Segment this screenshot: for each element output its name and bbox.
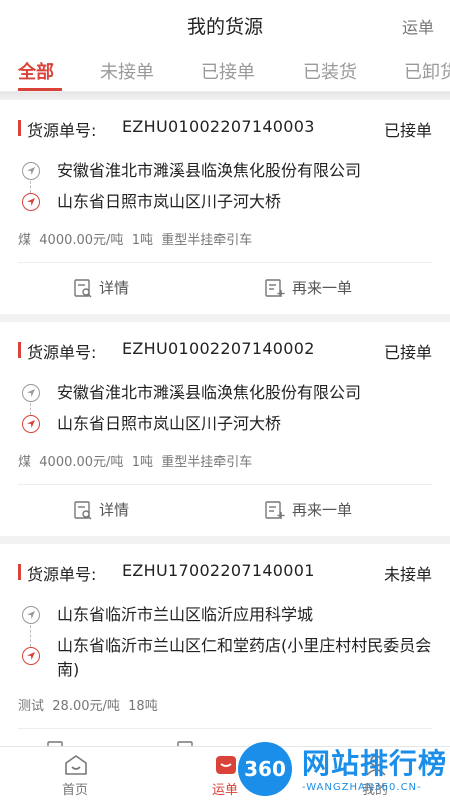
tabbar-waybill[interactable]: 运单 bbox=[180, 747, 270, 800]
order-number: EZHU17002207140001 bbox=[122, 561, 315, 580]
destination-pin-icon bbox=[22, 415, 40, 433]
route-line bbox=[30, 181, 31, 193]
unit-price: 28.00元/吨 bbox=[52, 699, 120, 714]
user-icon bbox=[366, 755, 386, 776]
cargo-card[interactable]: 货源单号: EZHU17002207140001 未接单 山东省临沂市兰山区临沂… bbox=[0, 544, 450, 746]
cargo-meta: 测试 28.00元/吨 18吨 bbox=[18, 695, 158, 714]
tabbar-mine-label: 我的 bbox=[361, 783, 388, 798]
tab-loaded[interactable]: 已装货 bbox=[303, 58, 357, 84]
cargo-meta: 煤 4000.00元/吨 1吨 重型半挂牵引车 bbox=[18, 229, 252, 248]
route-line bbox=[30, 403, 31, 415]
reorder-icon bbox=[265, 500, 285, 519]
cargo-card[interactable]: 货源单号: EZHU01002207140002 已接单 安徽省淮北市濉溪县临涣… bbox=[0, 322, 450, 536]
accent-bar bbox=[18, 120, 21, 136]
tab-accepted[interactable]: 已接单 bbox=[201, 58, 255, 84]
waybill-icon bbox=[216, 756, 236, 774]
origin-pin-icon bbox=[22, 162, 40, 180]
tab-unloaded[interactable]: 已卸货 bbox=[404, 58, 450, 84]
order-number-label: 货源单号: bbox=[27, 565, 97, 584]
detail-icon bbox=[74, 278, 92, 297]
weight: 18吨 bbox=[128, 699, 158, 714]
goods-type: 煤 bbox=[18, 455, 32, 470]
active-tab-indicator bbox=[18, 88, 62, 91]
destination-pin-icon bbox=[22, 193, 40, 211]
reorder-button[interactable]: 再来一单 bbox=[264, 499, 352, 520]
app-header: 我的货源 运单 bbox=[0, 0, 450, 48]
divider bbox=[18, 484, 432, 485]
destination-address: 山东省临沂市兰山区仁和堂药店(小里庄村村民委员会南) bbox=[57, 636, 432, 679]
tabbar-home[interactable]: 首页 bbox=[30, 747, 120, 800]
truck-type: 重型半挂牵引车 bbox=[161, 455, 253, 470]
page-title: 我的货源 bbox=[186, 16, 263, 38]
divider bbox=[18, 728, 432, 729]
card-header: 货源单号: EZHU17002207140001 未接单 bbox=[0, 544, 450, 594]
origin-address: 山东省临沂市兰山区临沂应用科学城 bbox=[57, 605, 314, 624]
unit-price: 4000.00元/吨 bbox=[39, 233, 124, 248]
detail-button[interactable]: 详情 bbox=[73, 277, 129, 298]
home-icon bbox=[65, 755, 87, 775]
tabs-shadow bbox=[0, 92, 450, 100]
tab-all[interactable]: 全部 bbox=[18, 58, 54, 84]
order-number-label: 货源单号: bbox=[27, 121, 97, 140]
tabbar-home-label: 首页 bbox=[61, 783, 88, 798]
weight: 1吨 bbox=[131, 233, 153, 248]
route-line bbox=[30, 625, 31, 647]
order-number-label: 货源单号: bbox=[27, 343, 97, 362]
order-number: EZHU01002207140003 bbox=[122, 117, 315, 136]
bottom-tab-bar: 首页 运单 我的 bbox=[0, 746, 450, 800]
unit-price: 4000.00元/吨 bbox=[39, 455, 124, 470]
truck-type: 重型半挂牵引车 bbox=[161, 233, 253, 248]
accent-bar bbox=[18, 564, 21, 580]
status-badge: 已接单 bbox=[383, 121, 432, 140]
waybill-link[interactable]: 运单 bbox=[402, 14, 434, 38]
origin-address: 安徽省淮北市濉溪县临涣焦化股份有限公司 bbox=[57, 383, 362, 402]
weight: 1吨 bbox=[131, 455, 153, 470]
destination-address: 山东省日照市岚山区川子河大桥 bbox=[57, 414, 282, 433]
goods-type: 煤 bbox=[18, 233, 32, 248]
order-number: EZHU01002207140002 bbox=[122, 339, 315, 358]
accent-bar bbox=[18, 342, 21, 358]
detail-label: 详情 bbox=[99, 501, 130, 519]
divider bbox=[18, 262, 432, 263]
reorder-icon bbox=[265, 278, 285, 297]
cargo-card[interactable]: 货源单号: EZHU01002207140003 已接单 安徽省淮北市濉溪县临涣… bbox=[0, 100, 450, 314]
card-header: 货源单号: EZHU01002207140003 已接单 bbox=[0, 100, 450, 150]
status-badge: 已接单 bbox=[383, 343, 432, 362]
reorder-label: 再来一单 bbox=[292, 501, 353, 519]
tabbar-waybill-label: 运单 bbox=[211, 783, 238, 798]
detail-label: 详情 bbox=[99, 279, 130, 297]
cargo-meta: 煤 4000.00元/吨 1吨 重型半挂牵引车 bbox=[18, 451, 252, 470]
status-badge: 未接单 bbox=[383, 565, 432, 584]
origin-pin-icon bbox=[22, 384, 40, 402]
destination-address: 山东省日照市岚山区川子河大桥 bbox=[57, 192, 282, 211]
origin-pin-icon bbox=[22, 606, 40, 624]
detail-button[interactable]: 详情 bbox=[73, 499, 129, 520]
status-tabs: 全部 未接单 已接单 已装货 已卸货 bbox=[0, 48, 450, 92]
reorder-label: 再来一单 bbox=[292, 279, 353, 297]
detail-icon bbox=[74, 500, 92, 519]
reorder-button[interactable]: 再来一单 bbox=[264, 277, 352, 298]
goods-type: 测试 bbox=[18, 699, 45, 714]
tabbar-mine[interactable]: 我的 bbox=[330, 747, 420, 800]
card-header: 货源单号: EZHU01002207140002 已接单 bbox=[0, 322, 450, 372]
tab-not-accepted[interactable]: 未接单 bbox=[100, 58, 154, 84]
cargo-list: 货源单号: EZHU01002207140003 已接单 安徽省淮北市濉溪县临涣… bbox=[0, 100, 450, 746]
destination-pin-icon bbox=[22, 647, 40, 665]
origin-address: 安徽省淮北市濉溪县临涣焦化股份有限公司 bbox=[57, 161, 362, 180]
